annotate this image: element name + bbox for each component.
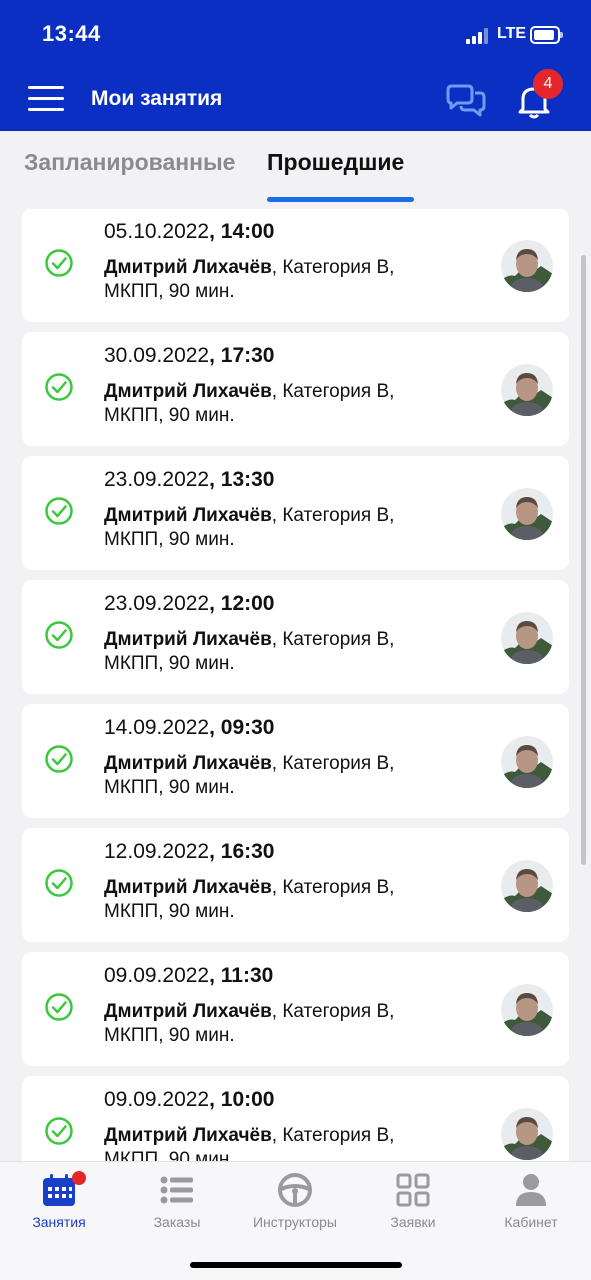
lesson-datetime: 05.10.2022, 14:00 <box>104 220 275 243</box>
check-circle-icon <box>44 620 74 650</box>
nav-label: Заявки <box>390 1214 436 1230</box>
lesson-details: Дмитрий Лихачёв, Категория B, МКПП, 90 м… <box>104 753 395 798</box>
instructor-avatar[interactable] <box>501 736 553 788</box>
nav-label: Инструкторы <box>252 1214 337 1230</box>
lesson-card[interactable]: 09.09.2022, 10:00 Дмитрий Лихачёв, Катего… <box>22 1076 569 1161</box>
page-title: Мои занятия <box>91 87 223 110</box>
lesson-datetime: 09.09.2022, 10:00 <box>104 1088 275 1111</box>
battery-icon <box>530 26 563 44</box>
check-circle-icon <box>44 248 74 278</box>
nav-item-instructors[interactable]: Инструкторы <box>236 1162 354 1242</box>
lesson-datetime: 12.09.2022, 16:30 <box>104 840 275 863</box>
scrollbar[interactable] <box>581 255 586 865</box>
nav-item-account[interactable]: Кабинет <box>472 1162 590 1242</box>
instructor-avatar[interactable] <box>501 860 553 912</box>
lesson-datetime: 23.09.2022, 13:30 <box>104 468 275 491</box>
lesson-card[interactable]: 09.09.2022, 11:30 Дмитрий Лихачёв, Катего… <box>22 952 569 1066</box>
home-indicator <box>190 1262 402 1268</box>
tab-past[interactable]: Прошедшие <box>267 149 404 176</box>
lessons-badge-dot <box>72 1171 86 1185</box>
check-circle-icon <box>44 372 74 402</box>
check-circle-icon <box>44 868 74 898</box>
lesson-datetime: 30.09.2022, 17:30 <box>104 344 275 367</box>
lesson-details: Дмитрий Лихачёв, Категория B, МКПП, 90 м… <box>104 629 395 674</box>
lesson-details: Дмитрий Лихачёв, Категория B, МКПП, 90 м… <box>104 257 395 302</box>
lesson-card[interactable]: 12.09.2022, 16:30 Дмитрий Лихачёв, Катего… <box>22 828 569 942</box>
lesson-datetime: 09.09.2022, 11:30 <box>104 964 274 987</box>
instructor-avatar[interactable] <box>501 612 553 664</box>
nav-item-lessons[interactable]: Занятия <box>0 1162 118 1242</box>
instructor-avatar[interactable] <box>501 984 553 1036</box>
lesson-details: Дмитрий Лихачёв, Категория B, МКПП, 90 м… <box>104 381 395 426</box>
signal-icon <box>466 28 488 44</box>
lesson-card[interactable]: 23.09.2022, 12:00 Дмитрий Лихачёв, Катего… <box>22 580 569 694</box>
nav-label: Занятия <box>32 1214 86 1230</box>
nav-item-orders[interactable]: Заказы <box>118 1162 236 1242</box>
instructor-avatar[interactable] <box>501 364 553 416</box>
lesson-card[interactable]: 30.09.2022, 17:30 Дмитрий Лихачёв, Катего… <box>22 332 569 446</box>
nav-label: Заказы <box>153 1214 201 1230</box>
lesson-details: Дмитрий Лихачёв, Категория B, МКПП, 90 м… <box>104 877 395 922</box>
status-bar: 13:44 LTE <box>0 0 591 70</box>
lesson-datetime: 14.09.2022, 09:30 <box>104 716 275 739</box>
lesson-details: Дмитрий Лихачёв, Категория B, МКПП, 90 м… <box>104 1125 395 1161</box>
active-tab-indicator <box>267 197 414 202</box>
steering-wheel-icon <box>278 1173 312 1207</box>
tab-bar: Запланированные Прошедшие <box>0 131 591 209</box>
notification-badge: 4 <box>533 69 563 99</box>
list-icon <box>160 1176 193 1204</box>
lesson-details: Дмитрий Лихачёв, Категория B, МКПП, 90 м… <box>104 1001 395 1046</box>
network-label: LTE <box>497 25 527 42</box>
instructor-avatar[interactable] <box>501 240 553 292</box>
instructor-avatar[interactable] <box>501 1108 553 1160</box>
nav-item-requests[interactable]: Заявки <box>354 1162 472 1242</box>
menu-icon[interactable] <box>28 86 64 112</box>
chat-icon[interactable] <box>444 82 488 118</box>
check-circle-icon <box>44 496 74 526</box>
app-header: 13:44 LTE Мои занятия 4 <box>0 0 591 131</box>
lesson-datetime: 23.09.2022, 12:00 <box>104 592 275 615</box>
grid-icon <box>396 1173 430 1207</box>
lesson-card[interactable]: 05.10.2022, 14:00 Дмитрий Лихачёв, Катего… <box>22 209 569 322</box>
lessons-list[interactable]: 05.10.2022, 14:00 Дмитрий Лихачёв, Катего… <box>0 209 591 1161</box>
instructor-avatar[interactable] <box>501 488 553 540</box>
user-icon <box>516 1174 546 1206</box>
nav-label: Кабинет <box>504 1214 558 1230</box>
tab-planned[interactable]: Запланированные <box>24 149 235 176</box>
lesson-card[interactable]: 23.09.2022, 13:30 Дмитрий Лихачёв, Катего… <box>22 456 569 570</box>
check-circle-icon <box>44 1116 74 1146</box>
check-circle-icon <box>44 992 74 1022</box>
lesson-details: Дмитрий Лихачёв, Категория B, МКПП, 90 м… <box>104 505 395 550</box>
check-circle-icon <box>44 744 74 774</box>
lesson-card[interactable]: 14.09.2022, 09:30 Дмитрий Лихачёв, Катего… <box>22 704 569 818</box>
status-time: 13:44 <box>42 21 101 46</box>
